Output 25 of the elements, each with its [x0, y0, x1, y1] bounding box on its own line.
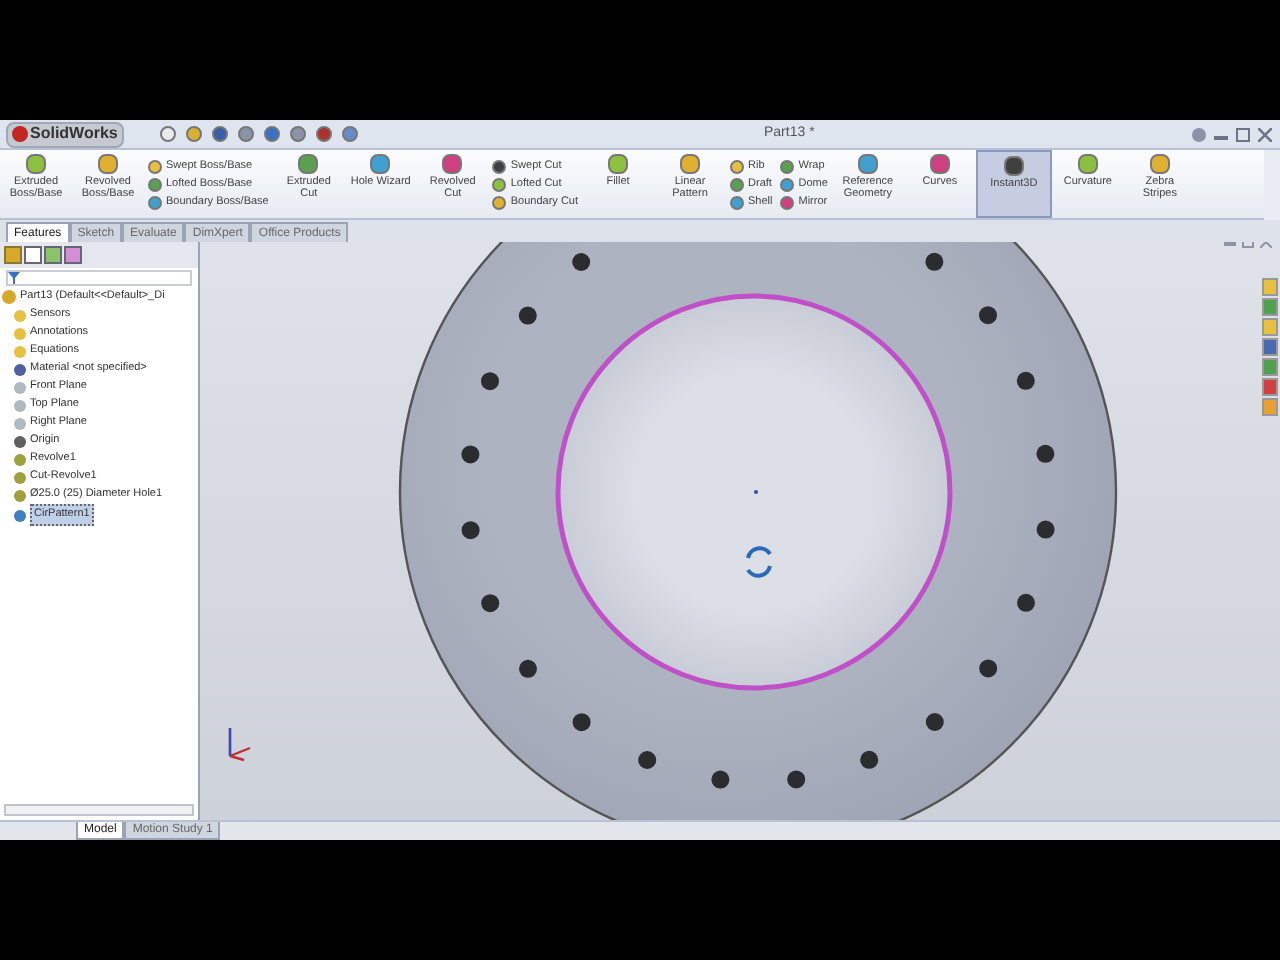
maximize-button[interactable] — [1236, 127, 1250, 141]
feature-icon — [442, 154, 463, 174]
horizontal-scrollbar[interactable] — [4, 804, 194, 816]
logo-icon — [12, 126, 28, 142]
filter-icon — [8, 272, 20, 284]
app-logo[interactable]: SolidWorks — [6, 121, 124, 147]
configuration-tab-icon[interactable] — [44, 246, 62, 264]
feature-icon — [26, 154, 46, 174]
filter-field[interactable] — [6, 270, 192, 286]
feature-icon — [857, 154, 878, 174]
feature-icon — [1149, 154, 1170, 174]
display-tab-icon[interactable] — [64, 246, 82, 264]
feature-icon — [1077, 154, 1098, 174]
feature-icon — [608, 154, 629, 174]
help-button[interactable] — [1192, 127, 1206, 141]
part-icon — [2, 290, 16, 304]
feature-icon — [929, 154, 950, 174]
property-tab-icon[interactable] — [24, 246, 42, 264]
feature-icon — [1003, 156, 1024, 176]
triad-icon — [224, 722, 252, 762]
feature-icon — [298, 154, 319, 174]
feature-icon — [98, 154, 118, 174]
feature-icon — [680, 154, 701, 174]
feature-icon — [370, 154, 391, 174]
app-name: SolidWorks — [30, 122, 118, 146]
